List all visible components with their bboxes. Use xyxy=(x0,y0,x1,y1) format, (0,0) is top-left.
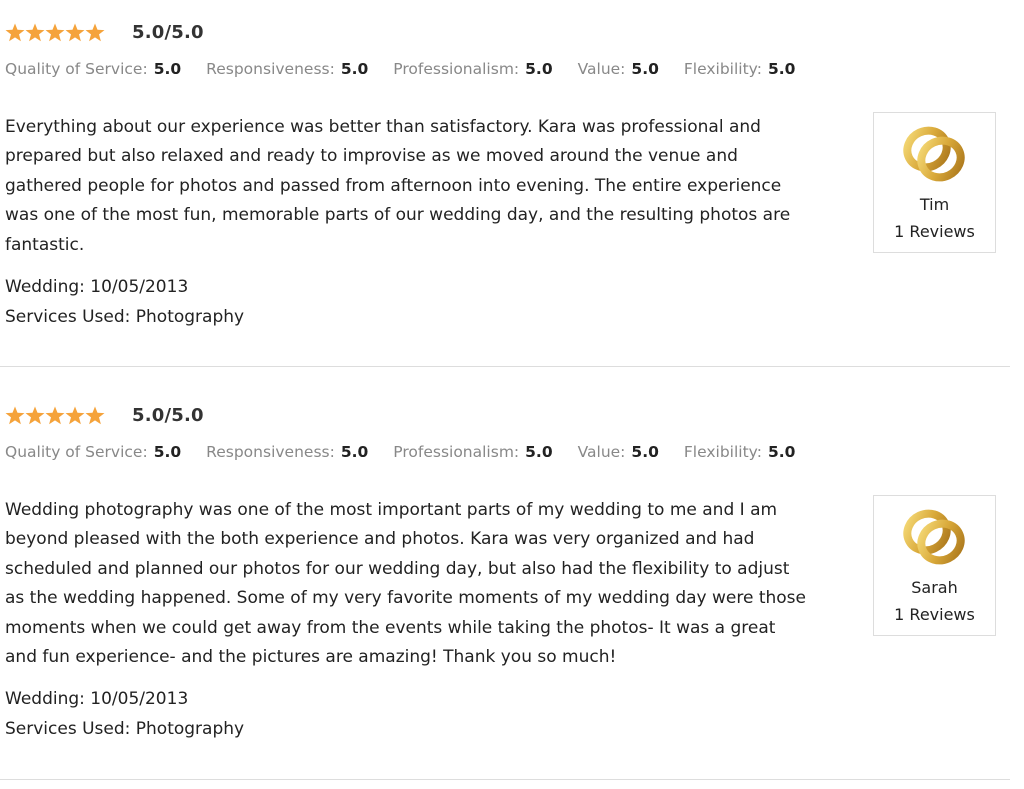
sub-rating-flexibility: Flexibility: 5.0 xyxy=(684,443,796,461)
star-icon xyxy=(85,406,105,424)
sub-rating-value: 5.0 xyxy=(153,60,182,78)
review-text-line: prepared but also relaxed and ready to i… xyxy=(5,146,738,167)
sub-rating-quality: Quality of Service: 5.0 xyxy=(5,60,181,78)
review-meta: Wedding: 10/05/2013 Services Used: Photo… xyxy=(5,684,244,744)
review-text-line: fantastic. xyxy=(5,234,85,255)
wedding-rings-icon xyxy=(903,126,965,182)
sub-rating-value: 5.0 xyxy=(767,443,796,461)
review-text-line: Wedding photography was one of the most … xyxy=(5,500,778,520)
review-meta: Wedding: 10/05/2013 Services Used: Photo… xyxy=(5,272,244,332)
star-icon xyxy=(25,23,45,41)
wedding-date: Wedding: 10/05/2013 xyxy=(5,277,189,297)
review-text: Everything about our experience was bett… xyxy=(5,113,850,260)
sub-rating-value: 5.0 xyxy=(525,60,553,78)
sub-rating-value: 5.0 xyxy=(340,60,369,78)
star-icon xyxy=(65,406,85,424)
overall-score: 5.0/5.0 xyxy=(132,404,204,426)
sub-rating-value: 5.0 xyxy=(340,443,369,461)
star-icon xyxy=(5,23,25,41)
sub-rating-label: Value: xyxy=(577,443,626,461)
review-card: 5.0/5.0 Quality of Service: 5.0 Responsiv… xyxy=(0,0,1010,366)
sub-rating-label: Quality of Service: xyxy=(5,443,148,461)
sub-ratings: Quality of Service: 5.0 Responsiveness: 5.… xyxy=(5,443,820,461)
star-icon xyxy=(5,406,25,424)
reviewer-name[interactable]: Tim xyxy=(874,195,995,214)
sub-rating-professionalism: Professionalism: 5.0 xyxy=(393,60,552,78)
sub-ratings: Quality of Service: 5.0 Responsiveness: 5.… xyxy=(5,60,820,78)
sub-rating-flexibility: Flexibility: 5.0 xyxy=(684,60,796,78)
reviewer-review-count: 1 Reviews xyxy=(894,605,975,624)
sub-rating-label: Responsiveness: xyxy=(206,443,335,461)
sub-rating-label: Professionalism: xyxy=(393,443,520,461)
star-icon xyxy=(45,406,65,424)
sub-rating-professionalism: Professionalism: 5.0 xyxy=(393,443,552,461)
sub-rating-value: 5.0 xyxy=(767,60,796,78)
sub-rating-value-for-money: Value: 5.0 xyxy=(578,60,659,78)
sub-rating-label: Quality of Service: xyxy=(5,60,148,78)
review-text-line: gathered people for photos and passed fr… xyxy=(5,175,782,196)
sub-rating-value: 5.0 xyxy=(631,443,659,461)
review-text-line: moments when we could get away from the … xyxy=(5,617,776,638)
sub-rating-value: 5.0 xyxy=(525,443,553,461)
reviewer-name[interactable]: Sarah xyxy=(874,578,995,597)
sub-rating-responsiveness: Responsiveness: 5.0 xyxy=(206,443,368,461)
services-used: Services Used: Photography xyxy=(5,307,245,327)
review-text: Wedding photography was one of the most … xyxy=(5,496,850,672)
wedding-date: Wedding: 10/05/2013 xyxy=(5,689,189,709)
divider xyxy=(0,779,1010,780)
divider xyxy=(0,366,1010,367)
star-rating xyxy=(5,23,105,42)
review-text-line: was one of the most fun, memorable parts… xyxy=(5,205,791,226)
sub-rating-quality: Quality of Service: 5.0 xyxy=(5,443,181,461)
sub-rating-label: Professionalism: xyxy=(393,60,520,78)
review-text-line: and fun experience- and the pictures are… xyxy=(5,647,617,668)
review-text-line: beyond pleased with the both experience … xyxy=(5,529,755,550)
overall-score: 5.0/5.0 xyxy=(132,21,204,43)
services-used: Services Used: Photography xyxy=(5,719,245,739)
reviewer-card[interactable]: Tim 1 Reviews xyxy=(873,112,996,253)
sub-rating-label: Flexibility: xyxy=(683,60,762,78)
star-icon xyxy=(65,23,85,41)
review-text-line: Everything about our experience was bett… xyxy=(5,117,761,137)
rating-summary: 5.0/5.0 xyxy=(5,20,204,44)
reviewer-review-count: 1 Reviews xyxy=(894,222,975,241)
review-text-line: scheduled and planned our photos for our… xyxy=(5,558,790,579)
star-rating xyxy=(5,406,105,425)
sub-rating-label: Responsiveness: xyxy=(206,60,335,78)
star-icon xyxy=(85,23,105,41)
rating-summary: 5.0/5.0 xyxy=(5,403,204,427)
sub-rating-label: Flexibility: xyxy=(683,443,762,461)
sub-rating-responsiveness: Responsiveness: 5.0 xyxy=(206,60,368,78)
sub-rating-value: 5.0 xyxy=(153,443,182,461)
review-text-line: as the wedding happened. Some of my very… xyxy=(5,588,806,609)
sub-rating-value-for-money: Value: 5.0 xyxy=(578,443,659,461)
review-card: 5.0/5.0 Quality of Service: 5.0 Responsiv… xyxy=(0,383,1010,779)
wedding-rings-icon xyxy=(903,509,965,565)
reviewer-card[interactable]: Sarah 1 Reviews xyxy=(873,495,996,636)
sub-rating-value: 5.0 xyxy=(631,60,659,78)
star-icon xyxy=(45,23,65,41)
sub-rating-label: Value: xyxy=(577,60,626,78)
star-icon xyxy=(25,406,45,424)
